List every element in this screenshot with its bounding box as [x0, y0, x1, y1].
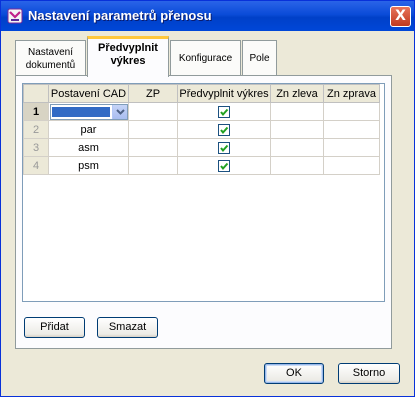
grid-header-row: Postavení CAD ZP Předvyplnit výkres Zn z…: [23, 84, 380, 103]
close-button[interactable]: X: [390, 6, 411, 27]
zp-cell[interactable]: [128, 102, 178, 121]
dropdown-arrow[interactable]: [111, 104, 127, 119]
dialog-window: Nastavení parametrů přenosu X Nastavení …: [0, 0, 415, 397]
cancel-button[interactable]: Storno: [338, 363, 400, 384]
grid-table: Postavení CAD ZP Předvyplnit výkres Zn z…: [23, 84, 380, 175]
header-corner: [23, 84, 49, 103]
prefill-checkbox[interactable]: [218, 123, 230, 136]
column-header[interactable]: Předvyplnit výkres: [177, 84, 271, 103]
chevron-down-icon: [115, 108, 125, 115]
check-icon: [220, 108, 229, 116]
prefill-cell[interactable]: [177, 138, 271, 157]
prefill-cell[interactable]: [177, 120, 271, 139]
cad-cell[interactable]: par: [48, 120, 129, 139]
app-icon: [7, 8, 23, 24]
check-icon: [220, 162, 229, 170]
prefill-checkbox[interactable]: [218, 141, 230, 154]
table-row[interactable]: 1: [23, 102, 380, 121]
column-header[interactable]: ZP: [128, 84, 178, 103]
title-bar: Nastavení parametrů přenosu X: [1, 1, 414, 31]
row-number[interactable]: 1: [23, 102, 49, 121]
table-row[interactable]: 4 psm: [23, 156, 380, 175]
prefill-checkbox[interactable]: [218, 105, 230, 118]
prefill-checkbox[interactable]: [218, 159, 230, 172]
prefill-cell[interactable]: [177, 156, 271, 175]
add-button[interactable]: Přidat: [24, 317, 85, 338]
zp-cell[interactable]: [128, 138, 178, 157]
row-number[interactable]: 2: [23, 120, 49, 139]
zn-zprava-cell[interactable]: [323, 102, 380, 121]
zn-zleva-cell[interactable]: [270, 120, 324, 139]
tab-label-line1: Nastavení: [27, 47, 74, 58]
cad-cell[interactable]: psm: [48, 156, 129, 175]
tab-label-line1: Předvyplnit: [98, 42, 158, 54]
tab-panel: Postavení CAD ZP Předvyplnit výkres Zn z…: [15, 75, 392, 349]
tab-nastaveni-dokumentu[interactable]: Nastavení dokumentů: [15, 40, 86, 76]
zn-zprava-cell[interactable]: [323, 120, 380, 139]
ok-button[interactable]: OK: [264, 363, 324, 384]
tab-konfigurace[interactable]: Konfigurace: [170, 40, 241, 76]
zn-zprava-cell[interactable]: [323, 138, 380, 157]
tab-label: Pole: [249, 53, 270, 64]
zn-zleva-cell[interactable]: [270, 102, 324, 121]
zn-zprava-cell[interactable]: [323, 156, 380, 175]
table-row[interactable]: 2 par: [23, 120, 380, 139]
check-icon: [220, 144, 229, 152]
close-icon: X: [395, 8, 406, 24]
prefill-cell[interactable]: [177, 102, 271, 121]
check-icon: [220, 126, 229, 134]
cad-cell[interactable]: [48, 102, 129, 121]
data-grid[interactable]: Postavení CAD ZP Předvyplnit výkres Zn z…: [22, 83, 385, 302]
zp-cell[interactable]: [128, 120, 178, 139]
delete-button[interactable]: Smazat: [97, 317, 158, 338]
zn-zleva-cell[interactable]: [270, 156, 324, 175]
tab-predvyplnit-vykres[interactable]: Předvyplnit výkres: [87, 36, 169, 77]
zn-zleva-cell[interactable]: [270, 138, 324, 157]
window-title: Nastavení parametrů přenosu: [28, 8, 212, 23]
row-number[interactable]: 3: [23, 138, 49, 157]
tab-label: Konfigurace: [178, 53, 233, 64]
column-header[interactable]: Postavení CAD: [48, 84, 129, 103]
cad-cell[interactable]: asm: [48, 138, 129, 157]
selection-highlight: [51, 106, 110, 117]
tab-label-line2: dokumentů: [25, 60, 76, 71]
table-row[interactable]: 3 asm: [23, 138, 380, 157]
cad-dropdown[interactable]: [49, 103, 128, 120]
column-header[interactable]: Zn zleva: [270, 84, 324, 103]
tab-pole[interactable]: Pole: [242, 40, 277, 76]
row-number[interactable]: 4: [23, 156, 49, 175]
column-header[interactable]: Zn zprava: [323, 84, 380, 103]
zp-cell[interactable]: [128, 156, 178, 175]
tab-label-line2: výkres: [110, 55, 146, 67]
